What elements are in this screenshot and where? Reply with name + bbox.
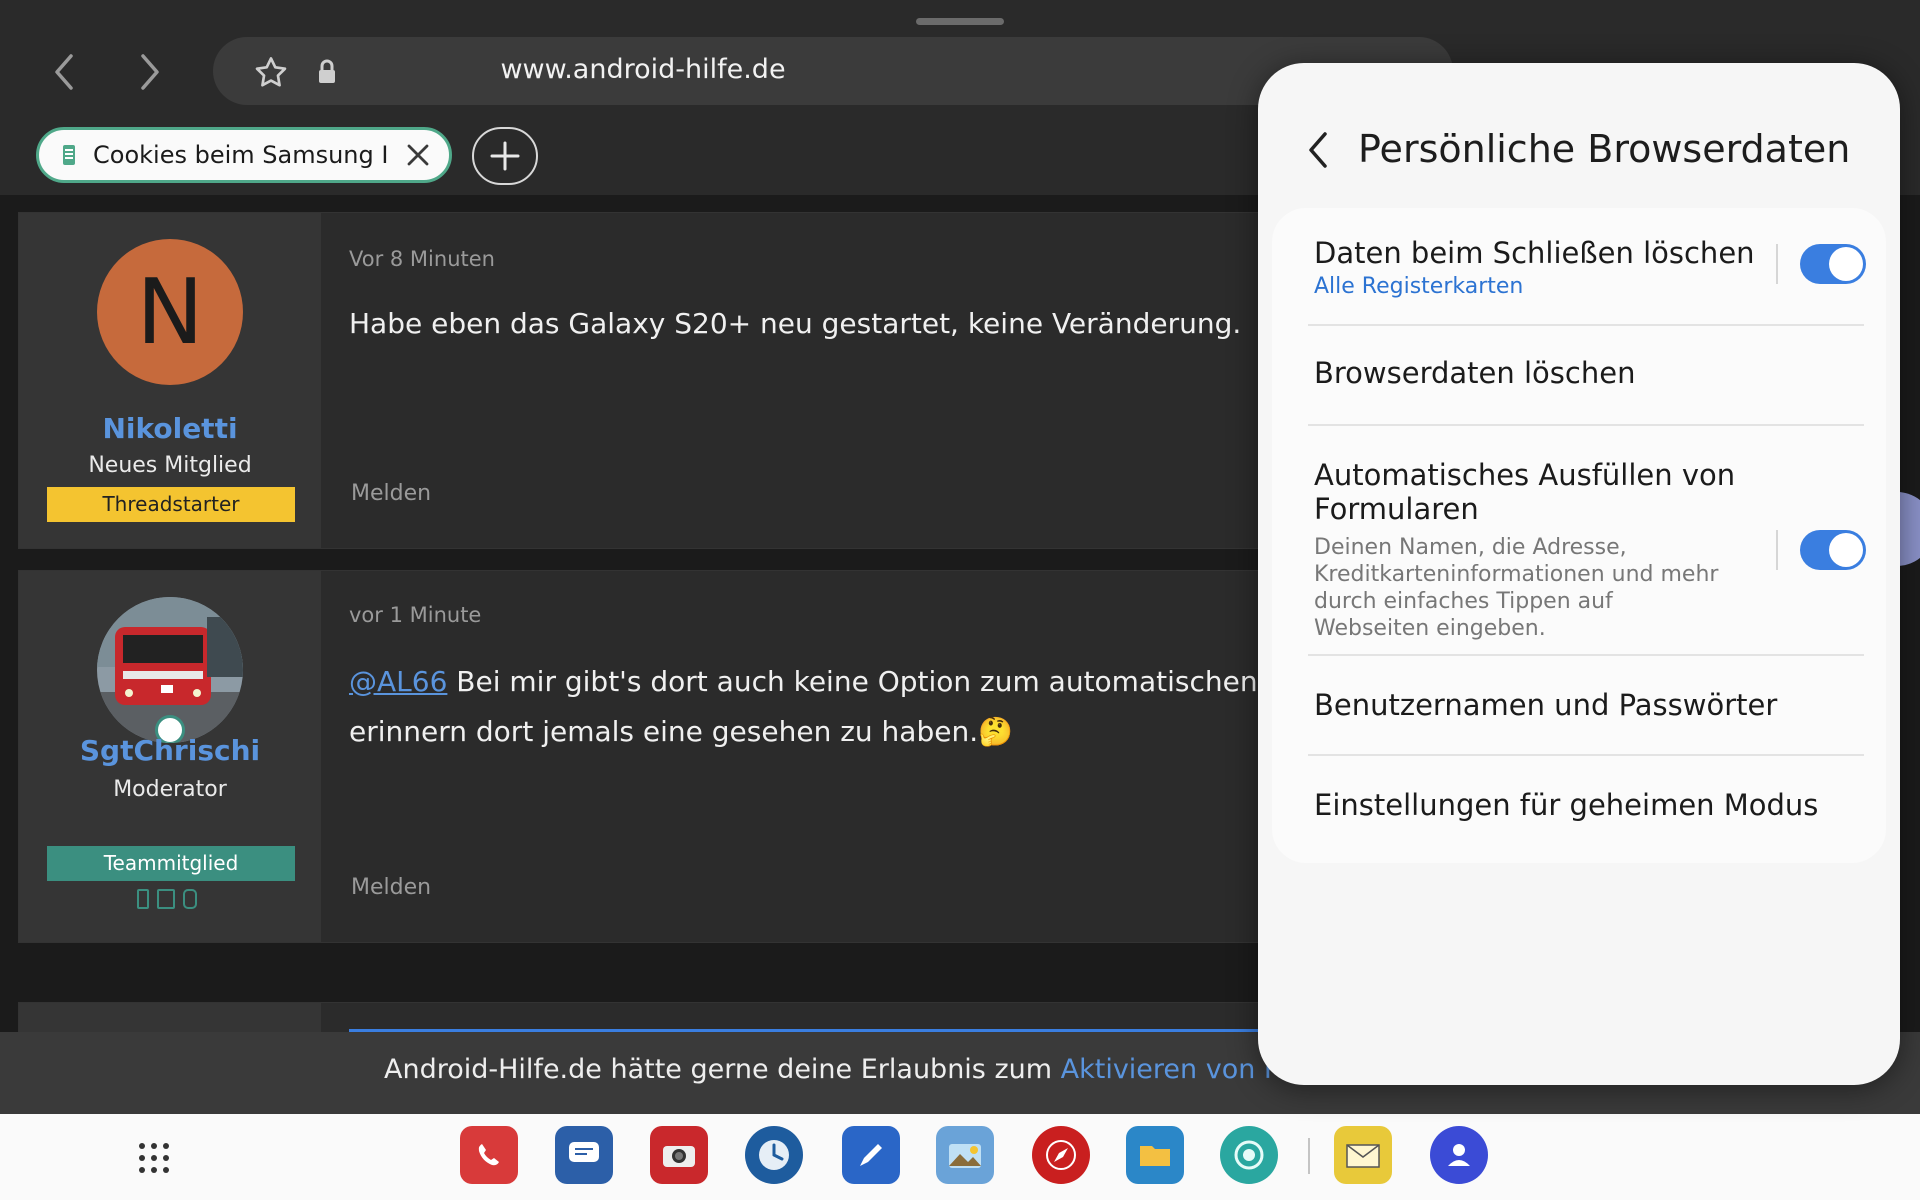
apps-grid-icon: [139, 1143, 169, 1173]
personal-browsing-data-panel: Persönliche Browserdaten Daten beim Schl…: [1258, 63, 1900, 1085]
autofill-forms-toggle[interactable]: [1800, 530, 1866, 570]
setting-title: Benutzernamen und Passwörter: [1314, 688, 1778, 722]
browser-app-icon[interactable]: [1032, 1126, 1090, 1184]
setting-title: Einstellungen für geheimen Modus: [1314, 788, 1819, 822]
post-text: @AL66 Bei mir gibt's dort auch keine Opt…: [349, 657, 1279, 757]
tab-active[interactable]: Cookies beim Samsung I···: [36, 127, 452, 183]
push-permission-text: Android-Hilfe.de hätte gerne deine Erlau…: [384, 1054, 1372, 1085]
avatar-letter: N: [136, 259, 204, 365]
threadstarter-badge: Threadstarter: [47, 487, 295, 522]
post-text: Habe eben das Galaxy S20+ neu gestartet,…: [349, 307, 1242, 340]
back-arrow-icon: [1309, 132, 1327, 168]
setting-title: Browserdaten löschen: [1314, 356, 1636, 390]
gallery-app-icon[interactable]: [936, 1126, 994, 1184]
tab-title: Cookies beim Samsung I···: [93, 141, 388, 169]
settings-app-icon[interactable]: [1220, 1126, 1278, 1184]
page-icon: [63, 145, 75, 165]
window-drag-handle[interactable]: [916, 18, 1004, 25]
messages-app-icon[interactable]: [555, 1126, 613, 1184]
post-author-column: SgtChrischi Moderator Teammitglied: [19, 571, 321, 942]
notes-app-icon[interactable]: [842, 1126, 900, 1184]
plus-icon: [490, 141, 520, 171]
post-time[interactable]: vor 1 Minute: [349, 603, 481, 627]
post-text-line-1: Bei mir gibt's dort auch keine Option zu…: [447, 665, 1279, 698]
watch-icon: [183, 889, 197, 909]
phone-icon: [137, 889, 149, 909]
avatar[interactable]: N: [97, 239, 243, 385]
tablet-icon: [157, 889, 175, 909]
setting-row-autofill-forms[interactable]: Automatisches Ausfüllen von Formularen D…: [1272, 426, 1886, 654]
setting-title: Daten beim Schließen löschen: [1314, 236, 1755, 270]
toggle-separator: [1776, 530, 1778, 570]
dock-separator: [1308, 1138, 1310, 1174]
setting-title-line-2: Formularen: [1314, 492, 1479, 526]
files-app-icon[interactable]: [1126, 1126, 1184, 1184]
push-text: Android-Hilfe.de hätte gerne deine Erlau…: [384, 1054, 1061, 1085]
device-icons: [137, 889, 197, 909]
report-link[interactable]: Melden: [351, 875, 431, 900]
user-mention-link[interactable]: @AL66: [349, 665, 447, 698]
setting-row-usernames-passwords[interactable]: Benutzernamen und Passwörter: [1272, 656, 1886, 754]
camera-app-icon[interactable]: [650, 1126, 708, 1184]
clock-app-icon[interactable]: [745, 1126, 803, 1184]
post-text-line-2: erinnern dort jemals eine gesehen zu hab…: [349, 715, 979, 748]
toggle-knob: [1829, 533, 1863, 567]
clear-on-close-toggle[interactable]: [1800, 244, 1866, 284]
setting-description: Deinen Namen, die Adresse, Kreditkarteni…: [1314, 535, 1719, 641]
post-time[interactable]: Vor 8 Minuten: [349, 247, 495, 271]
forum-post: N Nikoletti Neues Mitglied Threadstarter…: [18, 212, 1280, 549]
toggle-separator: [1776, 244, 1778, 284]
setting-row-clear-browsing-data[interactable]: Browserdaten löschen: [1272, 326, 1886, 424]
report-link[interactable]: Melden: [351, 481, 431, 506]
panel-title: Persönliche Browserdaten: [1358, 127, 1851, 171]
user-role: Neues Mitglied: [88, 453, 252, 478]
new-tab-button[interactable]: [472, 127, 538, 185]
avatar[interactable]: [97, 597, 243, 743]
setting-title-line-1: Automatisches Ausfüllen von: [1314, 458, 1736, 492]
post-author-column: N Nikoletti Neues Mitglied Threadstarter: [19, 213, 321, 548]
toggle-knob: [1829, 247, 1863, 281]
panel-back-button[interactable]: [1298, 125, 1338, 175]
setting-row-clear-on-close[interactable]: Daten beim Schließen löschen Alle Regist…: [1272, 208, 1886, 324]
forum-post: SgtChrischi Moderator Teammitglied vor 1…: [18, 570, 1280, 943]
user-role: Moderator: [113, 777, 227, 802]
setting-row-secret-mode[interactable]: Einstellungen für geheimen Modus: [1272, 756, 1886, 856]
url-text: www.android-hilfe.de: [500, 54, 786, 85]
thinking-emoji: 🤔: [978, 715, 1013, 748]
apps-grid-button[interactable]: [136, 1140, 172, 1176]
email-app-icon[interactable]: [1334, 1126, 1392, 1184]
phone-app-icon[interactable]: [460, 1126, 518, 1184]
username[interactable]: SgtChrischi: [19, 734, 321, 767]
teammitglied-badge: Teammitglied: [47, 846, 295, 881]
close-tab-button[interactable]: [403, 140, 433, 174]
username[interactable]: Nikoletti: [19, 412, 321, 445]
settings-card: Daten beim Schließen löschen Alle Regist…: [1272, 208, 1886, 863]
setting-subtitle: Alle Registerkarten: [1314, 274, 1524, 299]
close-icon: [407, 144, 429, 166]
contacts-app-icon[interactable]: [1430, 1126, 1488, 1184]
